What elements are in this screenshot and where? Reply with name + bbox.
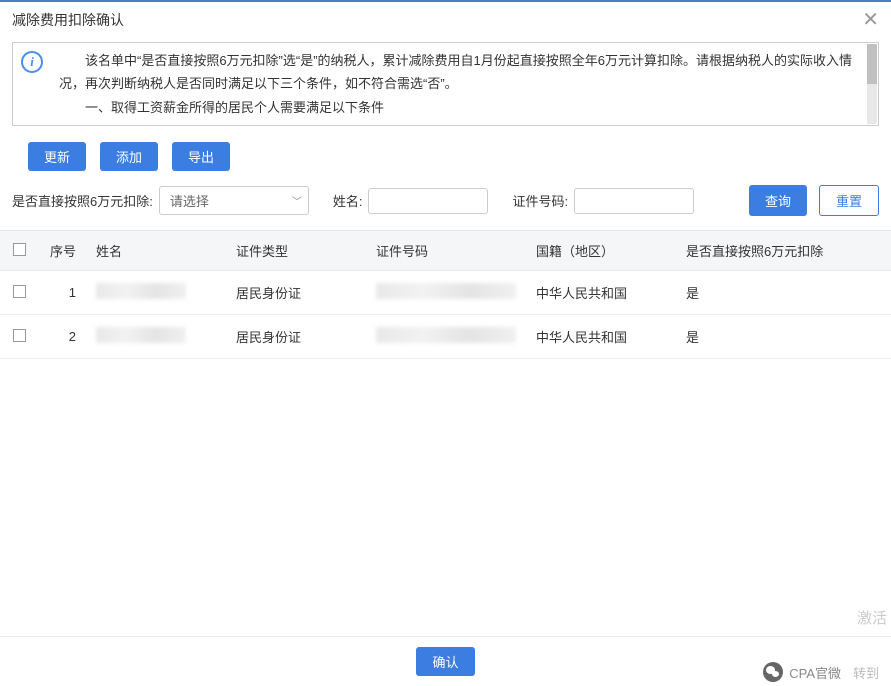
data-table: 序号 姓名 证件类型 证件号码 国籍（地区） 是否直接按照6万元扣除 1 居民身…	[0, 230, 891, 359]
add-button[interactable]: 添加	[100, 142, 158, 171]
cell-idnum	[368, 271, 528, 315]
export-button[interactable]: 导出	[172, 142, 230, 171]
notice-scrollbar[interactable]	[867, 44, 877, 124]
windows-activate-watermark: 激活	[857, 607, 887, 628]
dialog-footer: 确认	[0, 636, 891, 686]
cell-name	[88, 271, 228, 315]
select-all-checkbox[interactable]	[13, 243, 26, 256]
cell-seq: 1	[38, 271, 88, 315]
table-row[interactable]: 1 居民身份证 中华人民共和国 是	[0, 271, 891, 315]
cell-country: 中华人民共和国	[528, 271, 678, 315]
cell-deduct: 是	[678, 271, 891, 315]
notice-line-2: 一、取得工资薪金所得的居民个人需要满足以下条件	[59, 96, 862, 119]
wechat-extra: 转到	[853, 663, 879, 682]
info-icon: i	[21, 51, 43, 73]
reset-button[interactable]: 重置	[819, 185, 879, 216]
col-country: 国籍（地区）	[528, 231, 678, 271]
cell-seq: 2	[38, 315, 88, 359]
cell-name	[88, 315, 228, 359]
cell-idnum	[368, 315, 528, 359]
cell-country: 中华人民共和国	[528, 315, 678, 359]
table-row[interactable]: 2 居民身份证 中华人民共和国 是	[0, 315, 891, 359]
notice-box: i 该名单中“是否直接按照6万元扣除”选“是”的纳税人，累计减除费用自1月份起直…	[12, 42, 879, 126]
deduct-select-placeholder: 请选择	[170, 191, 209, 210]
close-icon[interactable]: ✕	[862, 10, 879, 30]
cell-type: 居民身份证	[228, 271, 368, 315]
dialog-title: 减除费用扣除确认	[12, 10, 124, 30]
row-checkbox[interactable]	[13, 329, 26, 342]
query-button[interactable]: 查询	[749, 185, 807, 216]
col-name: 姓名	[88, 231, 228, 271]
notice-line-1: 该名单中“是否直接按照6万元扣除”选“是”的纳税人，累计减除费用自1月份起直接按…	[59, 49, 862, 96]
filter-row: 是否直接按照6万元扣除: 请选择 ﹀ 姓名: 证件号码: 查询 重置	[0, 185, 891, 230]
deduct-filter-label: 是否直接按照6万元扣除:	[12, 191, 153, 210]
name-input[interactable]	[368, 188, 488, 214]
chevron-down-icon: ﹀	[292, 193, 302, 208]
row-checkbox[interactable]	[13, 285, 26, 298]
wechat-icon	[763, 662, 783, 682]
name-filter-label: 姓名:	[333, 191, 363, 210]
idnum-filter-label: 证件号码:	[512, 191, 568, 210]
update-button[interactable]: 更新	[28, 142, 86, 171]
confirm-button[interactable]: 确认	[416, 647, 474, 676]
cell-type: 居民身份证	[228, 315, 368, 359]
deduct-select[interactable]: 请选择 ﹀	[159, 186, 309, 215]
notice-text: 该名单中“是否直接按照6万元扣除”选“是”的纳税人，累计减除费用自1月份起直接按…	[51, 49, 870, 119]
toolbar: 更新 添加 导出	[0, 138, 891, 185]
wechat-watermark: CPA官微 转到	[763, 662, 879, 682]
idnum-input[interactable]	[574, 188, 694, 214]
col-seq: 序号	[38, 231, 88, 271]
col-idnum: 证件号码	[368, 231, 528, 271]
wechat-label: CPA官微	[789, 663, 841, 682]
cell-deduct: 是	[678, 315, 891, 359]
col-deduct: 是否直接按照6万元扣除	[678, 231, 891, 271]
col-type: 证件类型	[228, 231, 368, 271]
